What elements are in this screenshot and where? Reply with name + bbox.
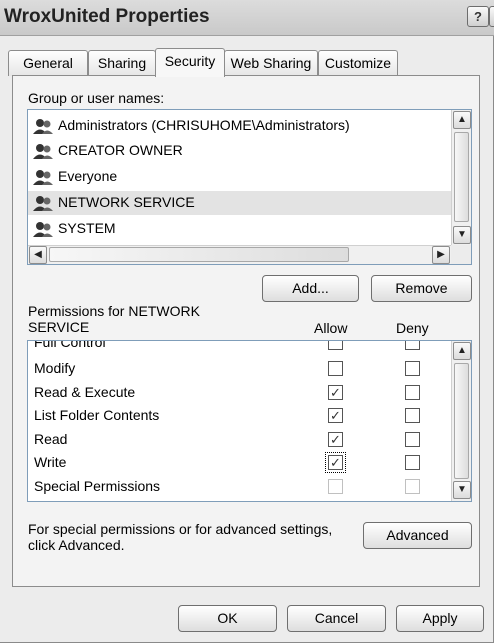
allow-checkbox[interactable]: ✓	[328, 385, 343, 400]
permission-row: Write ✓	[28, 451, 452, 475]
permission-row: List Folder Contents ✓	[28, 404, 452, 428]
deny-checkbox[interactable]	[405, 455, 420, 470]
user-list-horizontal-scrollbar[interactable]: ◀ ▶	[28, 245, 453, 264]
add-button[interactable]: Add...	[262, 275, 359, 302]
tab-security[interactable]: Security	[155, 48, 225, 77]
allow-checkbox[interactable]	[328, 361, 343, 376]
permissions-vertical-scrollbar[interactable]: ▲ ▼	[451, 341, 471, 501]
deny-column-header: Deny	[396, 320, 429, 336]
tab-web-sharing[interactable]: Web Sharing	[224, 50, 318, 76]
user-list-item[interactable]: Administrators (CHRISUHOME\Administrator…	[28, 114, 452, 138]
deny-checkbox[interactable]	[405, 341, 420, 350]
permission-name: Read	[34, 431, 68, 447]
permission-name: Special Permissions	[34, 478, 161, 494]
permission-row: Full Control	[28, 340, 452, 355]
allow-checkbox[interactable]: ✓	[325, 452, 346, 473]
users-group-icon	[33, 119, 53, 134]
scroll-thumb[interactable]	[454, 363, 469, 479]
permission-row: Read ✓	[28, 428, 452, 452]
permissions-list[interactable]: Full Control Modify Read & Execute ✓ Lis…	[27, 340, 472, 502]
allow-checkbox[interactable]	[328, 341, 343, 350]
cancel-button[interactable]: Cancel	[287, 605, 386, 632]
user-list-item[interactable]: CREATOR OWNER	[28, 139, 452, 163]
user-name: NETWORK SERVICE	[58, 194, 195, 210]
scroll-up-icon[interactable]: ▲	[453, 342, 471, 360]
users-group-icon	[33, 144, 53, 159]
permission-name: Full Control	[34, 340, 106, 350]
group-user-names-label: Group or user names:	[28, 90, 165, 106]
user-list[interactable]: Administrators (CHRISUHOME\Administrator…	[27, 109, 472, 265]
user-name: SYSTEM	[58, 220, 116, 236]
permission-name: Write	[34, 454, 67, 470]
deny-checkbox	[405, 479, 420, 494]
scroll-left-icon[interactable]: ◀	[29, 246, 47, 264]
remove-button[interactable]: Remove	[371, 275, 472, 302]
scroll-right-icon[interactable]: ▶	[432, 246, 450, 264]
help-button[interactable]: ?	[467, 6, 489, 27]
window-title: WroxUnited Properties	[4, 6, 210, 27]
scrollbar-corner	[451, 245, 471, 264]
allow-column-header: Allow	[314, 320, 348, 336]
permission-name: List Folder Contents	[34, 407, 160, 423]
allow-checkbox[interactable]: ✓	[328, 432, 343, 447]
users-group-icon	[33, 196, 53, 211]
tab-customize[interactable]: Customize	[318, 50, 398, 76]
scroll-down-icon[interactable]: ▼	[453, 226, 471, 244]
permission-row: Special Permissions	[28, 475, 452, 499]
advanced-note: For special permissions or for advanced …	[28, 521, 333, 553]
allow-checkbox[interactable]: ✓	[328, 408, 343, 423]
permission-name: Read & Execute	[34, 384, 136, 400]
user-list-vertical-scrollbar[interactable]: ▲ ▼	[451, 110, 471, 246]
scroll-up-icon[interactable]: ▲	[453, 111, 471, 129]
allow-checkbox	[328, 479, 343, 494]
ok-button[interactable]: OK	[178, 605, 277, 632]
permission-name: Modify	[34, 360, 76, 376]
users-group-icon	[33, 222, 53, 237]
user-name: Everyone	[58, 168, 118, 184]
tab-sharing[interactable]: Sharing	[88, 50, 156, 76]
permission-row: Modify	[28, 357, 452, 381]
user-name: Administrators (CHRISUHOME\Administrator…	[58, 117, 350, 133]
tab-general[interactable]: General	[8, 50, 88, 76]
apply-button[interactable]: Apply	[396, 605, 484, 632]
user-list-item[interactable]: Everyone	[28, 165, 452, 189]
close-button[interactable]: ✕	[489, 6, 494, 27]
user-list-item[interactable]: SYSTEM	[28, 217, 452, 241]
deny-checkbox[interactable]	[405, 408, 420, 423]
scroll-thumb[interactable]	[49, 247, 349, 262]
scroll-down-icon[interactable]: ▼	[453, 481, 471, 499]
users-group-icon	[33, 170, 53, 185]
permission-row: Read & Execute ✓	[28, 381, 452, 405]
deny-checkbox[interactable]	[405, 385, 420, 400]
title-bar[interactable]: WroxUnited Properties ? ✕	[0, 0, 494, 36]
user-name: CREATOR OWNER	[58, 142, 183, 158]
properties-window: WroxUnited Properties ? ✕ General Sharin…	[0, 0, 494, 643]
deny-checkbox[interactable]	[405, 432, 420, 447]
advanced-button[interactable]: Advanced	[363, 522, 472, 549]
scroll-thumb[interactable]	[454, 132, 469, 222]
deny-checkbox[interactable]	[405, 361, 420, 376]
user-list-item-selected[interactable]: NETWORK SERVICE	[28, 191, 452, 215]
permissions-label: Permissions for NETWORK SERVICE	[28, 303, 200, 335]
